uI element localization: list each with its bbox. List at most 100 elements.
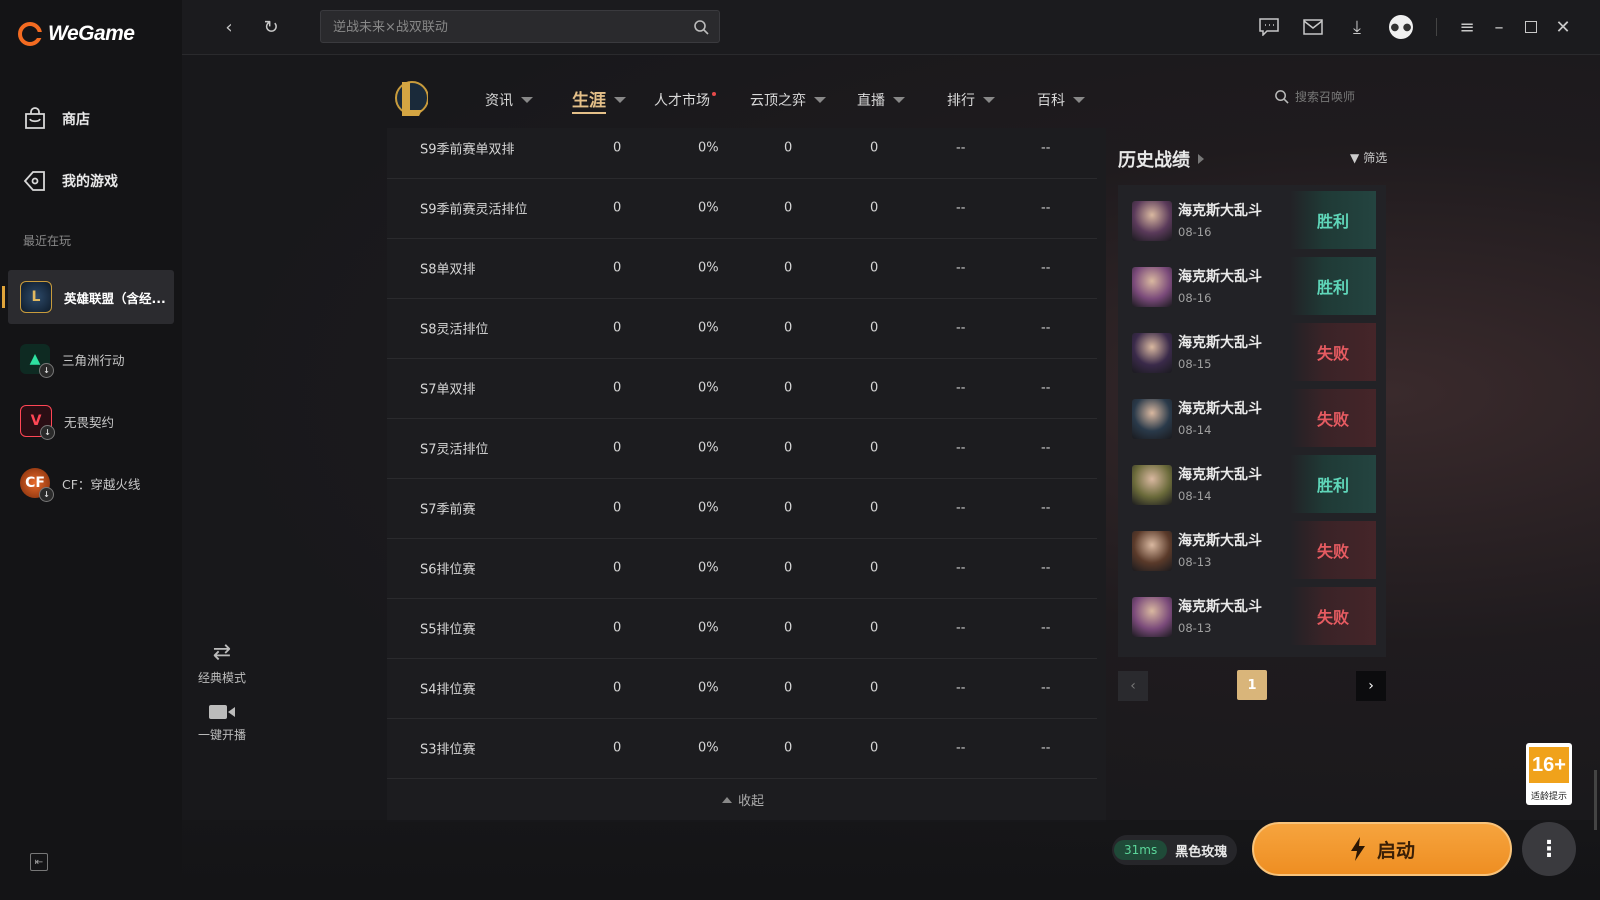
close-button[interactable]: ✕ [1550, 14, 1576, 40]
chat-button[interactable] [1256, 14, 1282, 40]
page-number-button[interactable]: 1 [1237, 670, 1267, 700]
table-cell: -- [956, 140, 966, 156]
search-input[interactable] [321, 11, 675, 44]
table-cell: -- [1041, 440, 1051, 456]
table-cell: 0 [870, 140, 879, 156]
match-date: 08-16 [1178, 291, 1212, 305]
sidebar-game-valorant[interactable]: V ↓ 无畏契约 [8, 394, 174, 448]
match-result: 胜利 [1290, 191, 1376, 249]
lol-logo[interactable] [392, 78, 429, 118]
notification-dot [712, 92, 716, 96]
table-row: S8灵活排位 0 0% 0 0 -- -- [387, 298, 1097, 359]
chevron-left-icon: ‹ [225, 16, 233, 38]
match-item[interactable]: 海克斯大乱斗 08-14 失败 [1124, 389, 1376, 447]
chevron-down-icon [614, 97, 626, 103]
downloads-button[interactable]: ⤓ [1344, 14, 1370, 40]
collapse-table-button[interactable]: 收起 [722, 790, 764, 809]
sidebar-item-store[interactable]: 商店 [22, 106, 90, 132]
tab-label: 直播 [857, 93, 885, 109]
summoner-search[interactable]: 搜索召唤师 [1274, 88, 1355, 105]
table-cell: 0 [613, 320, 622, 336]
table-row: S9季前赛单双排 0 0% 0 0 -- -- [387, 118, 1097, 179]
career-table: S9季前赛单双排 0 0% 0 0 -- -- S9季前赛灵活排位 0 0% 0 0 -- -- S8单双排… [387, 128, 1106, 822]
table-cell: -- [956, 500, 966, 516]
sidebar-game-cf[interactable]: CF ↓ CF：穿越火线 [8, 456, 174, 510]
maximize-button[interactable] [1518, 14, 1544, 40]
table-cell: -- [956, 320, 966, 336]
tab-label: 人才市场 [654, 93, 710, 109]
match-item[interactable]: 海克斯大乱斗 08-13 失败 [1124, 521, 1376, 579]
wegame-logo[interactable]: WeGame [18, 22, 135, 46]
one-click-stream-button[interactable]: 一键开播 [192, 702, 252, 743]
next-page-button[interactable]: › [1356, 671, 1386, 701]
match-item[interactable]: 海克斯大乱斗 08-15 失败 [1124, 323, 1376, 381]
queue-name: S9季前赛灵活排位 [420, 202, 528, 218]
champion-avatar [1132, 399, 1172, 439]
tab-label: 百科 [1037, 93, 1065, 109]
minimize-button[interactable]: – [1486, 14, 1512, 40]
more-options-button[interactable]: ⋮ [1522, 822, 1576, 876]
tab-news[interactable]: 资讯 [485, 90, 533, 110]
game-name: 三角洲行动 [62, 352, 125, 368]
close-icon: ✕ [1555, 16, 1571, 38]
match-item[interactable]: 海克斯大乱斗 08-16 胜利 [1124, 257, 1376, 315]
table-cell: 0% [698, 440, 719, 456]
match-item[interactable]: 海克斯大乱斗 08-16 胜利 [1124, 191, 1376, 249]
shopping-bag-icon [25, 107, 45, 129]
table-cell: -- [1041, 740, 1051, 756]
lightning-icon [1350, 837, 1365, 861]
sidebar-game-lol[interactable]: L 英雄联盟（含经... [2, 270, 174, 324]
classic-mode-button[interactable]: ⇄ 经典模式 [192, 640, 252, 686]
table-cell: 0 [613, 260, 622, 276]
launch-button[interactable]: 启动 [1252, 822, 1512, 876]
table-cell: 0% [698, 740, 719, 756]
history-filter-button[interactable]: ▼ 筛选 [1350, 149, 1387, 166]
avatar-button[interactable]: ● ● [1388, 14, 1414, 40]
menu-button[interactable]: ≡ [1454, 14, 1480, 40]
mail-button[interactable] [1300, 14, 1326, 40]
history-title[interactable]: 历史战绩 [1118, 146, 1204, 172]
tab-wiki[interactable]: 百科 [1037, 90, 1085, 110]
match-mode: 海克斯大乱斗 [1178, 203, 1262, 219]
queue-name: S3排位赛 [420, 742, 476, 758]
queue-name: S8灵活排位 [420, 322, 489, 338]
table-cell: 0 [613, 680, 622, 696]
tab-ranking[interactable]: 排行 [947, 90, 995, 110]
table-cell: 0 [870, 440, 879, 456]
tab-live[interactable]: 直播 [857, 90, 905, 110]
table-cell: 0% [698, 260, 719, 276]
sidebar-game-delta[interactable]: ▲ ↓ 三角洲行动 [8, 332, 174, 386]
table-cell: -- [1041, 500, 1051, 516]
match-date: 08-13 [1178, 621, 1212, 635]
table-cell: 0 [784, 140, 793, 156]
collapse-sidebar-button[interactable]: ⇤ [30, 853, 48, 871]
launch-label: 启动 [1376, 839, 1415, 862]
search-icon[interactable] [693, 19, 709, 35]
age-rating-badge[interactable]: 16+ 适龄提示 [1526, 743, 1572, 805]
match-item[interactable]: 海克斯大乱斗 08-14 胜利 [1124, 455, 1376, 513]
sidebar-item-label: 商店 [62, 112, 90, 128]
table-cell: 0 [784, 380, 793, 396]
table-cell: 0 [613, 500, 622, 516]
tab-tft[interactable]: 云顶之弈 [750, 90, 826, 110]
refresh-button[interactable]: ↻ [258, 14, 284, 40]
sidebar-item-label: 我的游戏 [62, 174, 118, 190]
table-cell: 0% [698, 560, 719, 576]
table-row: S4排位赛 0 0% 0 0 -- -- [387, 658, 1097, 719]
match-item[interactable]: 海克斯大乱斗 08-13 失败 [1124, 587, 1376, 645]
sidebar-item-mygames[interactable]: 我的游戏 [22, 168, 118, 194]
back-button[interactable]: ‹ [216, 14, 242, 40]
match-date: 08-14 [1178, 423, 1212, 437]
table-cell: -- [956, 200, 966, 216]
table-cell: -- [1041, 560, 1051, 576]
queue-name: S5排位赛 [420, 622, 476, 638]
prev-page-button[interactable]: ‹ [1118, 671, 1148, 701]
download-badge-icon: ↓ [39, 363, 54, 378]
cf-game-icon: CF ↓ [20, 468, 54, 502]
server-selector[interactable]: 31ms 黑色玫瑰 [1112, 835, 1238, 865]
scrollbar[interactable] [1594, 770, 1597, 830]
tab-career[interactable]: 生涯 [572, 86, 626, 114]
global-search[interactable] [320, 10, 720, 44]
queue-name: S7灵活排位 [420, 442, 489, 458]
tab-talent-market[interactable]: 人才市场 [654, 90, 716, 110]
